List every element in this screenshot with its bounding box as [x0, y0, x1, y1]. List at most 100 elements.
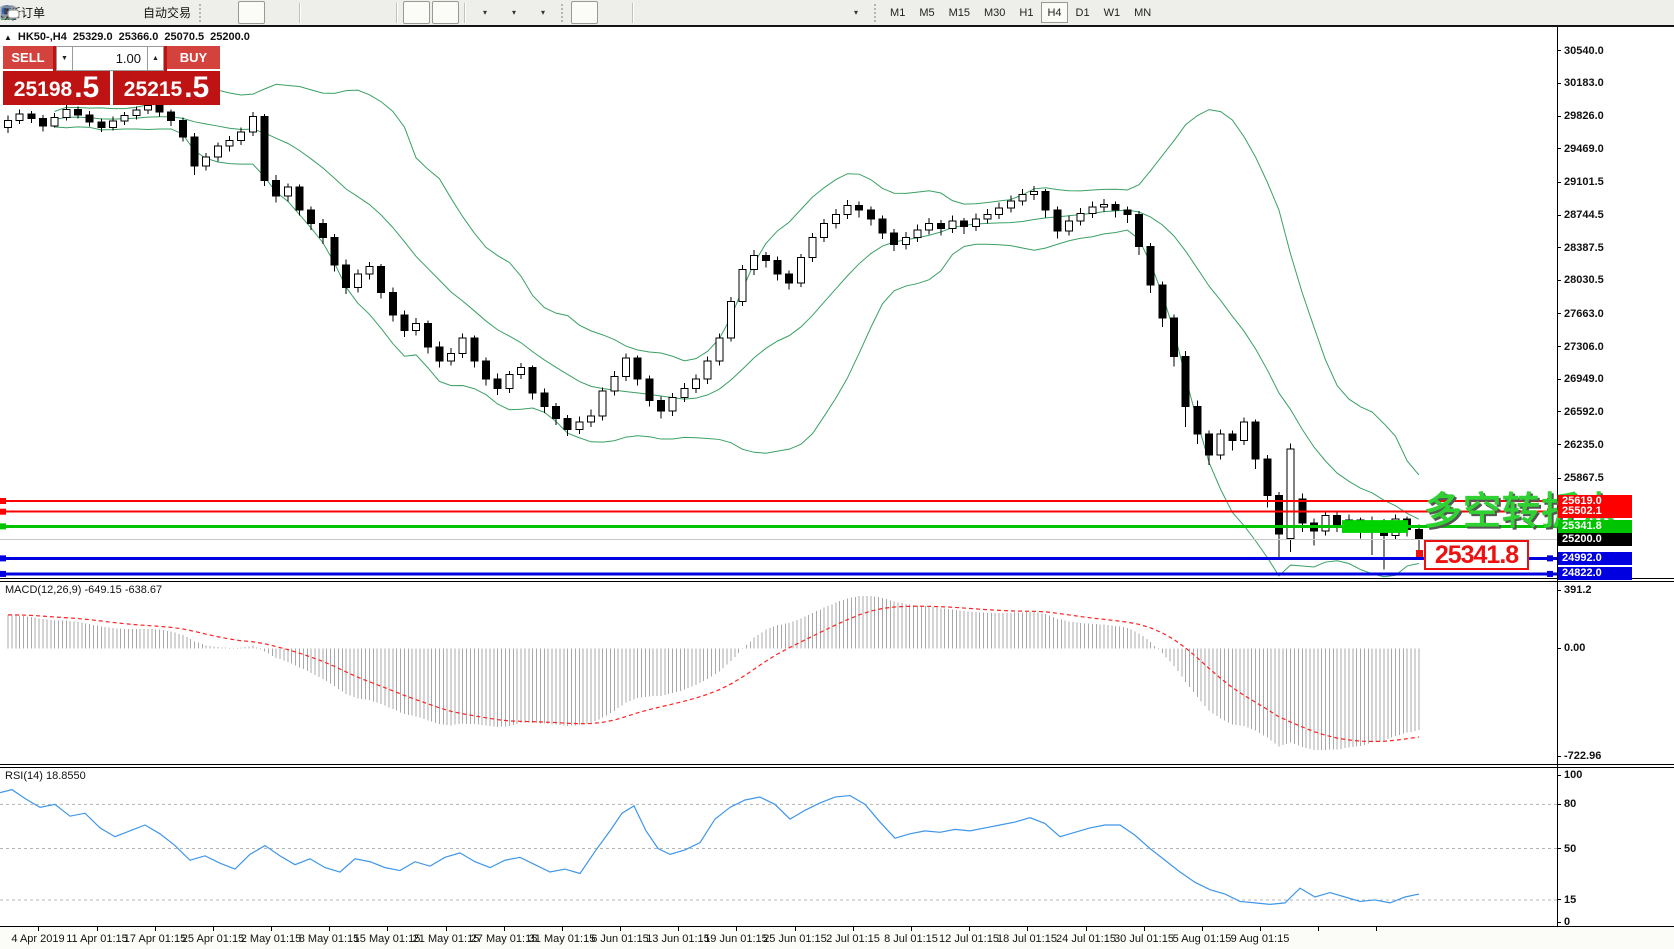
timeframe-button-m30[interactable]: M30	[978, 2, 1011, 23]
eraser-button[interactable]	[50, 1, 77, 24]
signal-button[interactable]	[108, 1, 135, 24]
search-button[interactable]	[1613, 1, 1640, 24]
time-axis-label: 5 Aug 01:15	[1173, 933, 1232, 945]
zoom-in-button[interactable]	[306, 1, 333, 24]
timeframe-button-h4[interactable]: H4	[1041, 2, 1067, 23]
toolbar-drag-handle[interactable]	[874, 4, 879, 22]
horizontal-line-tool-button[interactable]	[668, 1, 695, 24]
timeframe-button-m5[interactable]: M5	[913, 2, 940, 23]
chart-shift-button[interactable]	[432, 1, 459, 24]
time-axis-label: 4 Apr 2019	[11, 933, 64, 945]
time-axis-label: 15 May 01:15	[354, 933, 421, 945]
ohlc-open: 25329.0	[73, 31, 113, 43]
toolbar-drag-handle[interactable]	[561, 4, 566, 22]
time-axis-tick	[1260, 927, 1261, 931]
toolbar-separator	[396, 3, 398, 23]
time-axis-label: 9 Aug 01:15	[1231, 933, 1290, 945]
time-axis-tick	[969, 927, 970, 931]
sell-price[interactable]: 25198 .5	[3, 71, 110, 105]
chart-area: ▲ HK50-,H4 25329.0 25366.0 25070.5 25200…	[0, 27, 1674, 949]
time-axis-label: 27 May 01:15	[471, 933, 538, 945]
templates-button[interactable]: ▾	[529, 1, 556, 24]
price-axis-tick	[1557, 247, 1561, 248]
chat-icon	[0, 5, 20, 21]
rsi-axis-tick	[1557, 899, 1561, 900]
macd-label: MACD(12,26,9) -649.15 -638.67	[5, 584, 162, 596]
symbol-info-bar[interactable]: ▲ HK50-,H4 25329.0 25366.0 25070.5 25200…	[4, 31, 250, 43]
timeframe-button-h1[interactable]: H1	[1013, 2, 1039, 23]
time-axis-tick	[213, 927, 214, 931]
panel-divider[interactable]	[0, 578, 1674, 582]
price-axis-tick-label: 26235.0	[1564, 439, 1604, 451]
timeframe-button-d1[interactable]: D1	[1070, 2, 1096, 23]
line-chart-type-button[interactable]	[267, 1, 294, 24]
text-label-tool-button[interactable]: T	[813, 1, 840, 24]
panel-divider[interactable]	[0, 764, 1674, 768]
indicators-button[interactable]: ▾	[471, 1, 498, 24]
chart-window-button[interactable]	[79, 1, 106, 24]
tile-windows-button[interactable]	[364, 1, 391, 24]
time-axis-label: 8 May 01:15	[299, 933, 360, 945]
price-axis-tick	[1557, 346, 1561, 347]
toolbar-drag-handle[interactable]	[199, 4, 204, 22]
timeframe-button-w1[interactable]: W1	[1098, 2, 1127, 23]
time-axis-label: 25 Jun 01:15	[763, 933, 827, 945]
bar-chart-type-button[interactable]	[209, 1, 236, 24]
time-axis-tick	[155, 927, 156, 931]
volume-increase-button[interactable]: ▲	[147, 46, 164, 71]
macd-panel-canvas[interactable]	[0, 582, 1557, 764]
periods-dropdown-arrow[interactable]: ▾	[512, 8, 516, 17]
time-axis[interactable]: 4 Apr 201911 Apr 01:1517 Apr 01:1525 Apr…	[0, 927, 1674, 949]
macd-axis-tick	[1557, 756, 1561, 757]
chat-button[interactable]	[1642, 1, 1669, 24]
templates-dropdown-arrow[interactable]: ▾	[541, 8, 545, 17]
timeframe-button-mn[interactable]: MN	[1128, 2, 1157, 23]
auto-scroll-button[interactable]	[403, 1, 430, 24]
collapse-icon[interactable]: ▲	[4, 33, 12, 42]
price-axis-tick-label: 30540.0	[1564, 45, 1604, 57]
periods-button[interactable]: ▾	[500, 1, 527, 24]
price-line-label: 25341.8	[1558, 520, 1632, 533]
main-chart-canvas[interactable]	[0, 27, 1557, 578]
time-axis-label: 17 Apr 01:15	[124, 933, 186, 945]
timeframe-button-m1[interactable]: M1	[884, 2, 911, 23]
zoom-out-button[interactable]	[335, 1, 362, 24]
price-callout-label[interactable]: 25341.8	[1424, 540, 1529, 570]
time-axis-tick	[911, 927, 912, 931]
buy-price-frac: .5	[184, 73, 209, 103]
price-axis-tick-label: 28744.5	[1564, 209, 1604, 221]
trendline-tool-button[interactable]	[697, 1, 724, 24]
equidistant-channel-tool-button[interactable]: E	[726, 1, 753, 24]
time-axis-label: 6 Jun 01:15	[591, 933, 649, 945]
arrows-tool-button[interactable]: ▾	[842, 1, 869, 24]
time-axis-label: 31 May 01:15	[529, 933, 596, 945]
price-axis-tick	[1557, 116, 1561, 117]
time-axis-tick	[1202, 927, 1203, 931]
text-tool-button[interactable]: A	[784, 1, 811, 24]
arrows-dropdown-arrow[interactable]: ▾	[854, 8, 858, 17]
rsi-panel-canvas[interactable]	[0, 768, 1557, 926]
sell-button[interactable]: SELL	[3, 46, 53, 71]
fibonacci-tool-button[interactable]: F	[755, 1, 782, 24]
buy-price-main: 25215	[124, 77, 182, 103]
ohlc-high: 25366.0	[119, 31, 159, 43]
price-axis-tick-label: 26592.0	[1564, 406, 1604, 418]
price-axis-tick-label: 25867.5	[1564, 472, 1604, 484]
volume-decrease-button[interactable]: ▼	[56, 46, 73, 71]
volume-input[interactable]: 1.00	[73, 46, 147, 71]
buy-button[interactable]: BUY	[167, 46, 220, 71]
indicators-dropdown-arrow[interactable]: ▾	[483, 8, 487, 17]
vertical-line-tool-button[interactable]	[639, 1, 666, 24]
one-click-trading-panel: SELL ▼ 1.00 ▲ BUY 25198 .5 25215 .5	[3, 46, 220, 105]
price-axis-tick	[1557, 148, 1561, 149]
cursor-tool-button[interactable]	[571, 1, 598, 24]
rsi-axis-label: 0	[1564, 916, 1570, 928]
timeframe-button-m15[interactable]: M15	[943, 2, 976, 23]
auto-trading-button[interactable]: 自动交易	[137, 1, 194, 24]
toolbar: 新订单 自动交易	[0, 0, 1674, 27]
candlestick-chart-type-button[interactable]	[238, 1, 265, 24]
buy-price[interactable]: 25215 .5	[113, 71, 220, 105]
time-axis-tick	[329, 927, 330, 931]
crosshair-tool-button[interactable]	[600, 1, 627, 24]
time-axis-tick	[1318, 927, 1319, 931]
